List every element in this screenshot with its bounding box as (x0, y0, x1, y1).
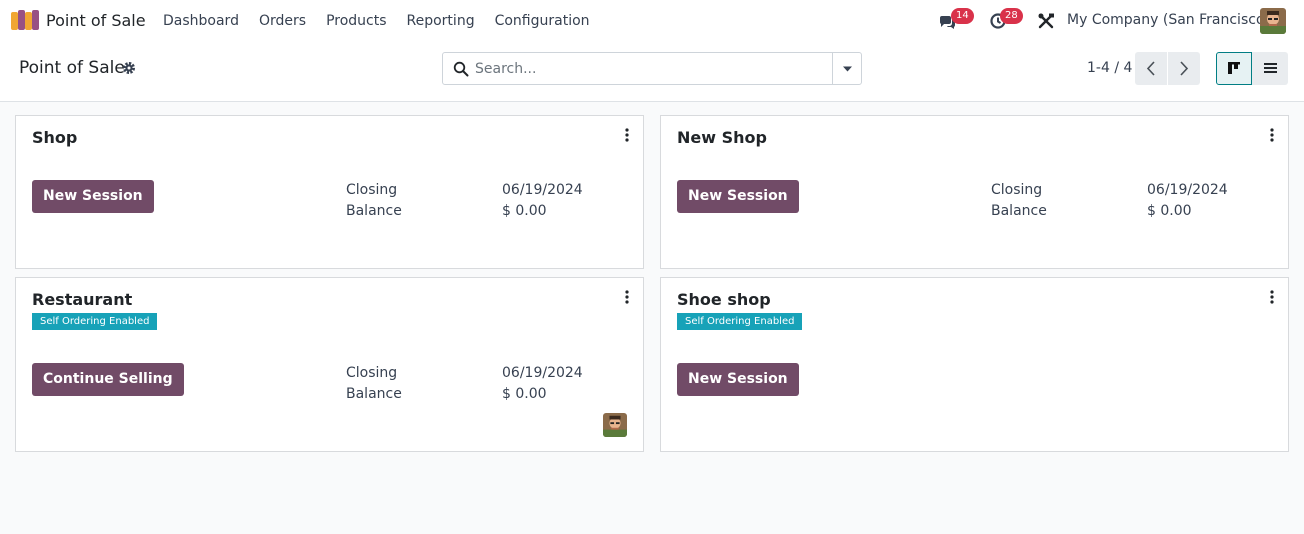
list-view-button[interactable] (1252, 52, 1288, 85)
session-user-avatar (603, 413, 627, 437)
closing-value: 06/19/2024 (1147, 182, 1228, 198)
new-session-button[interactable]: New Session (677, 363, 799, 396)
closing-label: Closing (346, 365, 398, 381)
caret-down-icon (843, 66, 852, 72)
menu-dashboard[interactable]: Dashboard (153, 0, 249, 42)
pos-card-shop: Shop New Session Closing 06/19/2024 Bala… (15, 115, 644, 269)
pos-card-restaurant: Restaurant Self Ordering Enabled Continu… (15, 277, 644, 452)
chevron-right-icon (1180, 61, 1189, 76)
app-name[interactable]: Point of Sale (46, 11, 146, 30)
card-title[interactable]: Shop (32, 128, 77, 147)
kebab-menu-icon[interactable] (625, 290, 629, 304)
pos-card-shoe-shop: Shoe shop Self Ordering Enabled New Sess… (660, 277, 1289, 452)
closing-value: 06/19/2024 (502, 182, 583, 198)
pager-value[interactable]: 1-4 / 4 (1087, 60, 1132, 76)
search-options-toggle[interactable] (832, 53, 861, 84)
menu-reporting[interactable]: Reporting (397, 0, 485, 42)
balance-value: $ 0.00 (1147, 203, 1192, 219)
menu-orders[interactable]: Orders (249, 0, 316, 42)
kanban-view-button[interactable] (1216, 52, 1252, 85)
self-ordering-tag: Self Ordering Enabled (677, 313, 803, 330)
messages-badge: 14 (951, 8, 974, 24)
kanban-icon (1228, 62, 1240, 74)
balance-value: $ 0.00 (502, 386, 547, 402)
balance-label: Balance (346, 203, 402, 219)
kebab-menu-icon[interactable] (1270, 128, 1274, 142)
tools-icon[interactable] (1037, 12, 1055, 30)
kebab-menu-icon[interactable] (625, 128, 629, 142)
breadcrumb: Point of Sale (19, 58, 125, 78)
closing-value: 06/19/2024 (502, 365, 583, 381)
list-icon (1264, 63, 1277, 73)
closing-label: Closing (346, 182, 398, 198)
menu-configuration[interactable]: Configuration (485, 0, 600, 42)
activities-badge: 28 (1000, 8, 1023, 24)
company-switcher[interactable]: My Company (San Francisco) (1067, 12, 1270, 28)
card-title[interactable]: Shoe shop (677, 290, 771, 309)
card-title[interactable]: Restaurant (32, 290, 132, 309)
closing-label: Closing (991, 182, 1043, 198)
user-avatar[interactable] (1260, 8, 1286, 34)
gear-icon[interactable] (122, 61, 136, 75)
pager-next-button[interactable] (1168, 52, 1200, 85)
continue-selling-button[interactable]: Continue Selling (32, 363, 184, 396)
new-session-button[interactable]: New Session (677, 180, 799, 213)
pos-app-icon[interactable] (11, 10, 39, 30)
kebab-menu-icon[interactable] (1270, 290, 1274, 304)
pos-card-new-shop: New Shop New Session Closing 06/19/2024 … (660, 115, 1289, 269)
balance-value: $ 0.00 (502, 203, 547, 219)
new-session-button[interactable]: New Session (32, 180, 154, 213)
balance-label: Balance (991, 203, 1047, 219)
chevron-left-icon (1146, 61, 1155, 76)
menu-products[interactable]: Products (316, 0, 396, 42)
pager-previous-button[interactable] (1135, 52, 1167, 85)
balance-label: Balance (346, 386, 402, 402)
top-navbar: Point of Sale Dashboard Orders Products … (0, 0, 1304, 42)
self-ordering-tag: Self Ordering Enabled (32, 313, 158, 330)
search-bar (442, 52, 862, 85)
main-menu: Dashboard Orders Products Reporting Conf… (153, 0, 600, 42)
card-title[interactable]: New Shop (677, 128, 767, 147)
search-input[interactable] (475, 53, 830, 84)
control-panel: Point of Sale 1-4 / 4 (0, 42, 1304, 102)
search-icon (453, 61, 469, 77)
